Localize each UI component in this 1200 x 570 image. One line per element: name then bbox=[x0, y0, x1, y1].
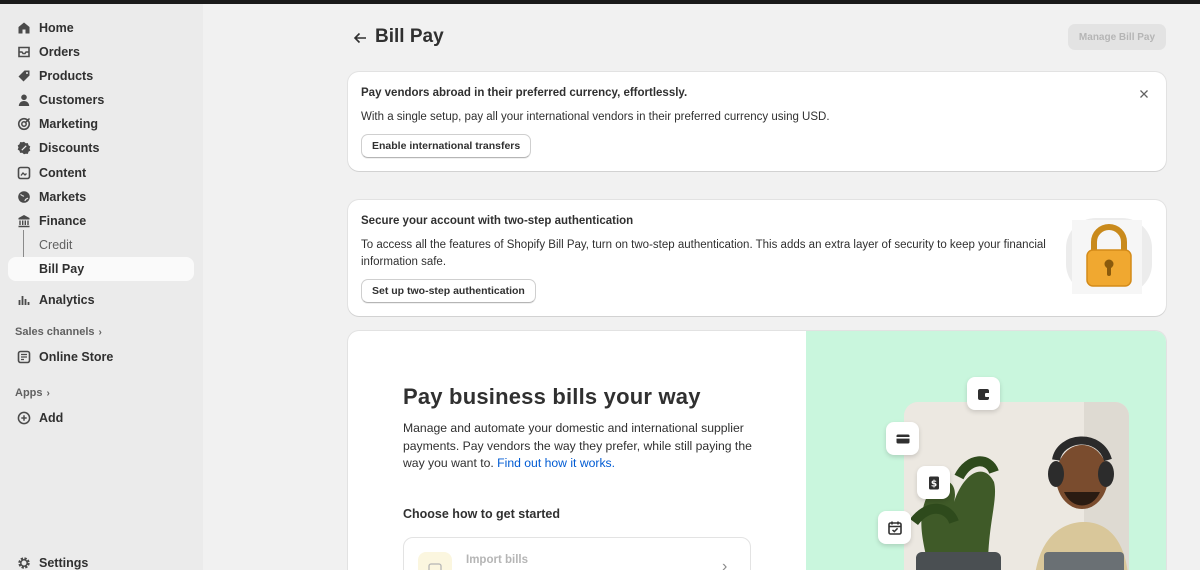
credit-card-icon bbox=[886, 422, 919, 455]
wallet-icon bbox=[967, 377, 1000, 410]
document-dollar-icon: $ bbox=[418, 552, 452, 570]
section-label: Apps bbox=[15, 387, 43, 399]
home-icon bbox=[17, 21, 31, 35]
discount-icon bbox=[17, 141, 31, 155]
padlock-illustration bbox=[1066, 218, 1152, 294]
intl-transfers-banner: Pay vendors abroad in their preferred cu… bbox=[348, 72, 1166, 171]
chevron-right-icon: › bbox=[722, 558, 728, 570]
svg-text:$: $ bbox=[930, 479, 936, 489]
import-bills-option[interactable]: $ Import bills › bbox=[403, 537, 751, 570]
sidebar: Home Orders Products Customers Marketing… bbox=[0, 4, 203, 570]
nav-item-discounts[interactable]: Discounts bbox=[8, 136, 194, 160]
nav-label: Credit bbox=[39, 238, 73, 252]
banner-text: With a single setup, pay all your intern… bbox=[361, 111, 830, 123]
choose-how-heading: Choose how to get started bbox=[403, 507, 560, 521]
enable-intl-transfers-button[interactable]: Enable international transfers bbox=[361, 134, 532, 158]
nav-label: Bill Pay bbox=[39, 262, 85, 276]
nav-item-add[interactable]: Add bbox=[8, 406, 194, 430]
nav-label: Products bbox=[39, 69, 94, 83]
nav-item-marketing[interactable]: Marketing bbox=[8, 112, 194, 136]
nav-label: Online Store bbox=[39, 350, 114, 364]
tag-icon bbox=[17, 69, 31, 83]
find-out-how-link[interactable]: Find out how it works. bbox=[497, 456, 615, 470]
import-bills-label: Import bills bbox=[466, 554, 528, 566]
person-icon bbox=[17, 93, 31, 107]
hero-title: Pay business bills your way bbox=[403, 384, 701, 409]
manage-bill-pay-button[interactable]: Manage Bill Pay bbox=[1068, 24, 1166, 50]
content-icon bbox=[17, 166, 31, 180]
section-label: Sales channels bbox=[15, 326, 95, 338]
nav-subitem-credit[interactable]: Credit bbox=[8, 233, 194, 257]
back-arrow-icon[interactable] bbox=[352, 30, 368, 46]
nav-label: Content bbox=[39, 166, 87, 180]
bank-icon bbox=[17, 214, 31, 228]
calendar-check-icon bbox=[878, 511, 911, 544]
nav-subitem-bill-pay[interactable]: Bill Pay bbox=[8, 257, 194, 281]
store-icon bbox=[17, 350, 31, 364]
nav-label: Home bbox=[39, 21, 74, 35]
nav-item-customers[interactable]: Customers bbox=[8, 88, 194, 112]
chevron-right-icon: › bbox=[98, 326, 102, 338]
nav-item-online-store[interactable]: Online Store bbox=[8, 345, 194, 369]
sales-channels-section[interactable]: Sales channels › bbox=[15, 326, 102, 338]
nav-item-home[interactable]: Home bbox=[8, 16, 194, 40]
nav-label: Finance bbox=[39, 214, 87, 228]
nav-item-markets[interactable]: Markets bbox=[8, 185, 194, 209]
nav-item-orders[interactable]: Orders bbox=[8, 40, 194, 64]
nav-label: Marketing bbox=[39, 117, 99, 131]
nav-label: Analytics bbox=[39, 293, 95, 307]
chevron-right-icon: › bbox=[46, 387, 50, 399]
hero-illustration-panel: $ bbox=[806, 331, 1166, 570]
nav-item-finance[interactable]: Finance bbox=[8, 209, 194, 233]
nav-item-content[interactable]: Content bbox=[8, 161, 194, 185]
apps-section[interactable]: Apps › bbox=[15, 387, 50, 399]
banner-text: To access all the features of Shopify Bi… bbox=[361, 239, 1046, 268]
nav-label: Orders bbox=[39, 45, 80, 59]
plus-circle-icon bbox=[17, 411, 31, 425]
nav-label: Add bbox=[39, 411, 64, 425]
setup-two-step-button[interactable]: Set up two-step authentication bbox=[361, 279, 536, 303]
nav-label: Settings bbox=[39, 556, 89, 570]
banner-title: Secure your account with two-step authen… bbox=[361, 215, 634, 227]
nav-label: Discounts bbox=[39, 141, 100, 155]
nav-item-settings[interactable]: Settings bbox=[8, 551, 194, 570]
receipt-dollar-icon: $ bbox=[917, 466, 950, 499]
globe-icon bbox=[17, 190, 31, 204]
hero-description: Manage and automate your domestic and in… bbox=[403, 420, 763, 473]
two-step-auth-banner: Secure your account with two-step authen… bbox=[348, 200, 1166, 316]
nav-label: Customers bbox=[39, 93, 105, 107]
nav-label: Markets bbox=[39, 190, 87, 204]
gear-icon bbox=[17, 556, 31, 570]
banner-title: Pay vendors abroad in their preferred cu… bbox=[361, 87, 688, 99]
nav-item-products[interactable]: Products bbox=[8, 64, 194, 88]
bar-chart-icon bbox=[17, 293, 31, 307]
nav-item-analytics[interactable]: Analytics bbox=[8, 288, 194, 312]
close-icon[interactable] bbox=[1137, 87, 1151, 101]
page-title: Bill Pay bbox=[375, 26, 444, 47]
target-icon bbox=[17, 117, 31, 131]
orders-icon bbox=[17, 45, 31, 59]
